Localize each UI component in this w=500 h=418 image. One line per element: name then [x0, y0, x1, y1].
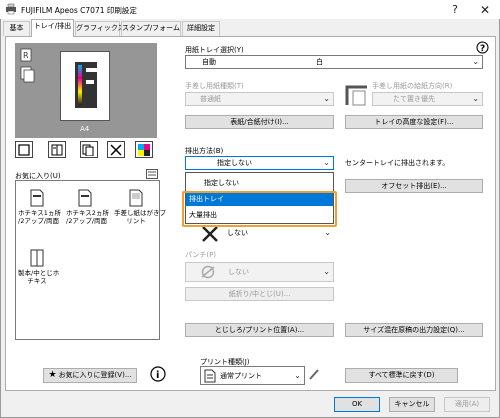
booklet-icon [30, 249, 44, 267]
document-icon [30, 189, 44, 207]
tab-basic[interactable]: 基本 [3, 21, 30, 36]
staple-button[interactable] [107, 141, 125, 158]
favorite-item[interactable]: 手差し紙はがきプ リント [114, 189, 166, 225]
chevron-down-icon: ⌄ [323, 94, 330, 103]
apply-button[interactable]: 適用(A) [444, 397, 490, 412]
output-note: センタートレイに排出されます。 [345, 159, 450, 167]
title-bar: FUJIFILM Apeos C7071 印刷設定 ? ✕ [0, 0, 500, 19]
tab-advanced[interactable]: 詳細設定 [182, 21, 220, 36]
no-punch-icon [201, 265, 215, 279]
tab-graphics[interactable]: グラフィックス [75, 21, 125, 36]
favorite-item[interactable]: ホチキス2ヵ所 /2アップ/両面 [66, 189, 109, 225]
page-icon [18, 143, 30, 156]
close-icon[interactable]: ✕ [470, 0, 500, 19]
manual-paper-type-select[interactable]: 普通紙 ⌄ [185, 92, 334, 106]
paper-tray-label: 用紙トレイ選択(Y) [185, 46, 244, 54]
help-icon[interactable]: ? [440, 0, 470, 19]
tab-tray-output[interactable]: トレイ/排出 [31, 19, 74, 37]
chevron-down-icon: ⌄ [323, 158, 330, 167]
document-icon [129, 189, 143, 207]
output-method-select[interactable]: 指定しない ⌄ [185, 156, 334, 170]
feed-direction-select[interactable]: たて置き優先 ⌄ [372, 92, 483, 106]
color-bar [78, 65, 82, 105]
mixed-size-output-button[interactable]: サイズ混在原稿の出力設定(Q)... [345, 323, 483, 337]
chevron-down-icon: ⌄ [472, 94, 479, 103]
simplex-button[interactable] [15, 141, 33, 158]
output-method-label: 排出方法(B) [185, 147, 224, 155]
n-up-button[interactable] [80, 141, 98, 158]
chevron-down-icon: ⌄ [323, 267, 330, 276]
favorites-list: ホチキス1ヵ所 /2アップ/両面 ホチキス2ヵ所 /2アップ/両面 手差し紙はが… [15, 180, 166, 340]
color-mode-icon [138, 143, 150, 156]
highlight-box [182, 191, 337, 227]
tray-stack-icon: R [20, 48, 35, 83]
document-icon [78, 189, 92, 207]
duplex-icon [51, 144, 63, 155]
document-icon [204, 369, 216, 383]
duplex-button[interactable] [48, 141, 66, 158]
page-thumbnail [60, 51, 110, 121]
tab-stamp-form[interactable]: スタンプ/フォーム [121, 21, 181, 36]
register-favorite-button[interactable]: ★ お気に入りに登録(V)... [43, 368, 137, 383]
print-preview: R A4 [15, 43, 157, 138]
svg-text:R: R [23, 51, 29, 60]
svg-text:?: ? [480, 44, 485, 54]
staple-select[interactable]: しない ⌄ [185, 227, 334, 241]
punch-select[interactable]: しない ⌄ [185, 262, 334, 282]
cover-interleave-button[interactable]: 表紙/合紙付け(I)... [185, 115, 334, 129]
info-icon[interactable]: i [150, 366, 166, 382]
print-type-select[interactable]: 通常プリント ⌄ [200, 366, 305, 385]
margin-position-button[interactable]: とじしろ/プリント位置(A)... [185, 323, 334, 337]
tray-advanced-button[interactable]: トレイの高度な設定(F)... [345, 115, 483, 129]
offset-output-button[interactable]: オフセット排出(E)... [345, 179, 483, 193]
n-up-icon [82, 144, 94, 156]
pencil-icon[interactable] [308, 367, 320, 381]
help-circle-icon[interactable]: ? [476, 41, 489, 54]
chevron-down-icon: ⌄ [324, 228, 331, 237]
printer-icon [6, 3, 16, 15]
reset-defaults-button[interactable]: すべて標準に戻す(D) [345, 368, 458, 383]
star-icon: ★ [48, 370, 57, 380]
staple-icon [110, 143, 122, 156]
favorite-item[interactable]: 製本/中とじホ チキス [18, 249, 59, 285]
manual-paper-type-label: 手差し用紙種類(T) [185, 82, 244, 90]
fold-booklet-button[interactable]: 紙折り/中とじ(U)... [185, 287, 334, 301]
dropdown-option[interactable]: 指定しない [186, 176, 333, 190]
chevron-down-icon: ⌄ [472, 57, 479, 66]
cancel-button[interactable]: キャンセル [389, 397, 435, 412]
feed-direction-label: 手差し用紙の給紙方向(R) [372, 82, 453, 90]
favorite-item[interactable]: ホチキス1ヵ所 /2アップ/両面 [18, 189, 61, 225]
chevron-down-icon: ⌄ [294, 371, 301, 380]
punch-label: パンチ(P) [185, 251, 217, 259]
svg-text:i: i [156, 370, 159, 381]
paper-tray-select[interactable]: 自動 白 ⌄ [185, 55, 483, 69]
paper-size-caption: A4 [80, 125, 90, 133]
favorites-menu-icon[interactable] [146, 169, 158, 179]
window-title: FUJIFILM Apeos C7071 印刷設定 [21, 6, 137, 15]
color-mode-button[interactable] [135, 141, 153, 158]
feed-direction-icon [345, 85, 367, 106]
ok-button[interactable]: OK [334, 397, 380, 412]
